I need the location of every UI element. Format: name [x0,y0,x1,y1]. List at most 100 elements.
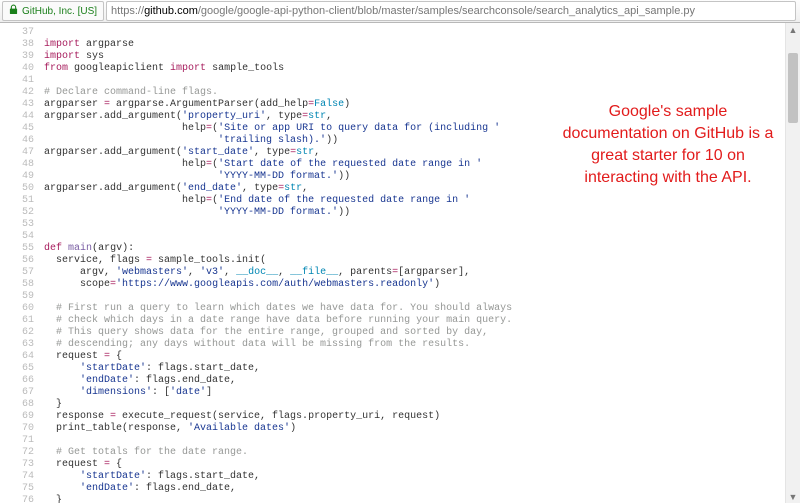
line-number: 68 [0,399,44,411]
code-line: 38import argparse [0,39,800,51]
scroll-up-arrow-icon[interactable]: ▲ [786,23,800,37]
line-number: 52 [0,207,44,219]
code-line: 42# Declare command-line flags. [0,87,800,99]
site-identity-badge[interactable]: GitHub, Inc. [US] [2,1,104,21]
page-content: 3738import argparse39import sys40from go… [0,23,800,503]
line-number: 38 [0,39,44,51]
code-line: 71 [0,435,800,447]
line-number: 67 [0,387,44,399]
code-line: 41 [0,75,800,87]
line-number: 66 [0,375,44,387]
code-text: print_table(response, 'Available dates') [44,423,800,435]
code-line: 72 # Get totals for the date range. [0,447,800,459]
vertical-scrollbar[interactable]: ▲ ▼ [785,23,800,503]
code-line: 63 # descending; any days without data w… [0,339,800,351]
line-number: 51 [0,195,44,207]
code-line: 73 request = { [0,459,800,471]
line-number: 37 [0,27,44,39]
code-line: 59 [0,291,800,303]
line-number: 60 [0,303,44,315]
code-line: 65 'startDate': flags.start_date, [0,363,800,375]
code-text: # First run a query to learn which dates… [44,303,800,315]
line-number: 48 [0,159,44,171]
line-number: 72 [0,447,44,459]
scroll-thumb[interactable] [788,53,798,123]
line-number: 43 [0,99,44,111]
code-text: service, flags = sample_tools.init( [44,255,800,267]
code-text: def main(argv): [44,243,800,255]
code-line: 39import sys [0,51,800,63]
lock-icon [9,4,18,18]
code-text: scope='https://www.googleapis.com/auth/w… [44,279,800,291]
code-text: import argparse [44,39,800,51]
line-number: 74 [0,471,44,483]
code-line: 60 # First run a query to learn which da… [0,303,800,315]
code-text: help=('End date of the requested date ra… [44,195,800,207]
url-input[interactable]: https://github.com/google/google-api-pyt… [106,1,796,21]
code-text [44,219,800,231]
code-line: 53 [0,219,800,231]
code-text [44,435,800,447]
line-number: 58 [0,279,44,291]
line-number: 71 [0,435,44,447]
code-line: 52 'YYYY-MM-DD format.')) [0,207,800,219]
url-scheme: https:// [111,5,144,17]
line-number: 63 [0,339,44,351]
line-number: 40 [0,63,44,75]
code-line: 37 [0,27,800,39]
line-number: 57 [0,267,44,279]
site-identity-label: GitHub, Inc. [US] [22,6,97,17]
url-host: github.com [144,5,198,17]
line-number: 54 [0,231,44,243]
code-text: } [44,399,800,411]
line-number: 49 [0,171,44,183]
code-line: 57 argv, 'webmasters', 'v3', __doc__, __… [0,267,800,279]
browser-address-bar: GitHub, Inc. [US] https://github.com/goo… [0,0,800,23]
code-line: 40from googleapiclient import sample_too… [0,63,800,75]
code-text: from googleapiclient import sample_tools [44,63,800,75]
code-text: 'endDate': flags.end_date, [44,375,800,387]
line-number: 75 [0,483,44,495]
code-text: # Get totals for the date range. [44,447,800,459]
code-line: 54 [0,231,800,243]
code-text: } [44,495,800,503]
code-viewer[interactable]: 3738import argparse39import sys40from go… [0,23,800,503]
code-text: # This query shows data for the entire r… [44,327,800,339]
line-number: 56 [0,255,44,267]
code-line: 69 response = execute_request(service, f… [0,411,800,423]
line-number: 61 [0,315,44,327]
annotation-text: Google's sample documentation on GitHub … [558,101,778,189]
line-number: 55 [0,243,44,255]
code-text: 'dimensions': ['date'] [44,387,800,399]
code-line: 76 } [0,495,800,503]
line-number: 69 [0,411,44,423]
code-text: import sys [44,51,800,63]
line-number: 65 [0,363,44,375]
line-number: 53 [0,219,44,231]
code-line: 66 'endDate': flags.end_date, [0,375,800,387]
line-number: 50 [0,183,44,195]
code-line: 51 help=('End date of the requested date… [0,195,800,207]
scroll-down-arrow-icon[interactable]: ▼ [786,490,800,503]
code-line: 70 print_table(response, 'Available date… [0,423,800,435]
code-text [44,27,800,39]
line-number: 62 [0,327,44,339]
code-line: 75 'endDate': flags.end_date, [0,483,800,495]
code-text: # Declare command-line flags. [44,87,800,99]
code-line: 67 'dimensions': ['date'] [0,387,800,399]
code-text [44,75,800,87]
code-text: argv, 'webmasters', 'v3', __doc__, __fil… [44,267,800,279]
code-text [44,291,800,303]
code-line: 55def main(argv): [0,243,800,255]
code-text: 'YYYY-MM-DD format.')) [44,207,800,219]
line-number: 47 [0,147,44,159]
line-number: 59 [0,291,44,303]
code-text: # descending; any days without data will… [44,339,800,351]
url-path: /google/google-api-python-client/blob/ma… [198,5,695,17]
line-number: 73 [0,459,44,471]
line-number: 42 [0,87,44,99]
code-text: response = execute_request(service, flag… [44,411,800,423]
code-text: 'endDate': flags.end_date, [44,483,800,495]
code-text: 'startDate': flags.start_date, [44,471,800,483]
code-line: 61 # check which days in a date range ha… [0,315,800,327]
